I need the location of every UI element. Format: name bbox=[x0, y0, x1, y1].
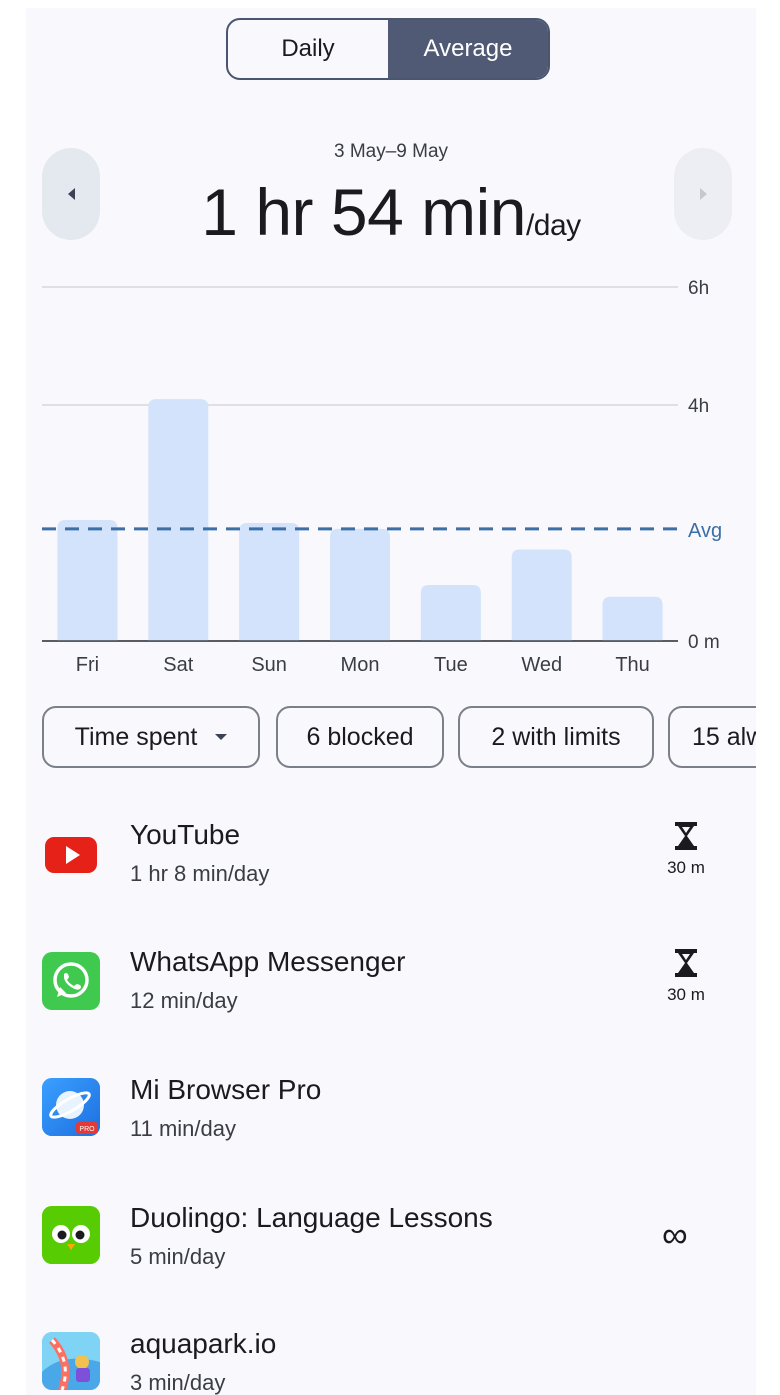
x-tick-label: Tue bbox=[434, 654, 468, 676]
duolingo-icon bbox=[42, 1206, 100, 1264]
app-row-aquapark[interactable]: aquapark.io 3 min/day bbox=[26, 1312, 756, 1395]
y-tick-label: 6h bbox=[688, 278, 709, 299]
average-tab[interactable]: Average bbox=[388, 20, 548, 78]
y-tick-label: 0 m bbox=[688, 632, 720, 653]
bar-fri bbox=[57, 520, 118, 641]
app-row-duolingo[interactable]: Duolingo: Language Lessons 5 min/day ∞ bbox=[26, 1186, 756, 1296]
aquapark-icon bbox=[42, 1332, 100, 1390]
app-name: WhatsApp Messenger bbox=[130, 946, 406, 977]
daily-tab[interactable]: Daily bbox=[228, 20, 388, 78]
x-tick-label: Sat bbox=[163, 654, 193, 676]
limit-label: 30 m bbox=[667, 985, 705, 1004]
hourglass-icon bbox=[675, 949, 697, 977]
bar-wed bbox=[511, 549, 572, 641]
app-limit[interactable]: 30 m bbox=[654, 821, 718, 878]
app-usage: 12 min/day bbox=[130, 988, 238, 1013]
average-label: Avg bbox=[688, 520, 722, 542]
app-row-youtube[interactable]: YouTube 1 hr 8 min/day 30 m bbox=[26, 803, 756, 913]
x-tick-label: Fri bbox=[76, 654, 99, 676]
usage-chart: 6h 4h 0 m Fri Sat Sun Mon Tue Wed Thu Avg bbox=[42, 278, 722, 676]
app-name: Duolingo: Language Lessons bbox=[130, 1202, 493, 1233]
view-toggle: Daily Average bbox=[226, 18, 550, 80]
pro-badge: PRO bbox=[79, 1126, 95, 1133]
x-tick-label: Sun bbox=[251, 654, 287, 676]
average-total-value: 1 hr 54 min bbox=[201, 175, 526, 249]
app-name: Mi Browser Pro bbox=[130, 1074, 322, 1105]
bar-sun bbox=[239, 523, 300, 641]
app-usage: 5 min/day bbox=[130, 1244, 226, 1269]
bar-tue bbox=[420, 584, 481, 641]
bar-sat bbox=[148, 399, 209, 641]
app-name: aquapark.io bbox=[130, 1328, 277, 1359]
always-allowed-chip[interactable]: 15 alw bbox=[668, 706, 756, 768]
y-tick-label: 4h bbox=[688, 396, 709, 417]
bar-thu bbox=[602, 596, 663, 641]
time-spent-chip[interactable]: Time spent bbox=[42, 706, 260, 768]
average-total-unit: /day bbox=[525, 209, 581, 242]
app-row-mi-browser[interactable]: PRO Mi Browser Pro 11 min/day bbox=[26, 1058, 756, 1168]
mi-browser-icon: PRO bbox=[42, 1078, 100, 1136]
average-total: 1 hr 54 min/day bbox=[26, 174, 756, 250]
app-row-whatsapp[interactable]: WhatsApp Messenger 12 min/day 30 m bbox=[26, 930, 756, 1040]
app-name: YouTube bbox=[130, 819, 241, 850]
x-tick-label: Wed bbox=[521, 654, 562, 676]
hourglass-icon bbox=[675, 822, 697, 850]
blocked-chip[interactable]: 6 blocked bbox=[276, 706, 444, 768]
date-range: 3 May–9 May bbox=[333, 141, 449, 162]
app-limit[interactable]: 30 m bbox=[654, 948, 718, 1005]
chevron-down-icon bbox=[215, 734, 228, 740]
bar-mon bbox=[330, 528, 390, 641]
app-usage: 3 min/day bbox=[130, 1370, 226, 1395]
x-tick-label: Mon bbox=[341, 654, 380, 676]
limit-label: 30 m bbox=[667, 858, 705, 877]
x-tick-label: Thu bbox=[615, 654, 649, 676]
app-usage: 11 min/day bbox=[130, 1116, 236, 1141]
youtube-icon bbox=[42, 825, 100, 883]
filter-chips: Time spent 6 blocked 2 with limits 15 al… bbox=[42, 706, 756, 770]
with-limits-chip[interactable]: 2 with limits bbox=[458, 706, 654, 768]
infinity-icon[interactable]: ∞ bbox=[662, 1214, 688, 1256]
screen-time-screen: Daily Average 3 May–9 May 1 hr 54 min/da… bbox=[26, 8, 756, 1395]
whatsapp-icon bbox=[42, 952, 100, 1010]
time-spent-label: Time spent bbox=[74, 722, 198, 751]
app-usage: 1 hr 8 min/day bbox=[130, 861, 270, 886]
